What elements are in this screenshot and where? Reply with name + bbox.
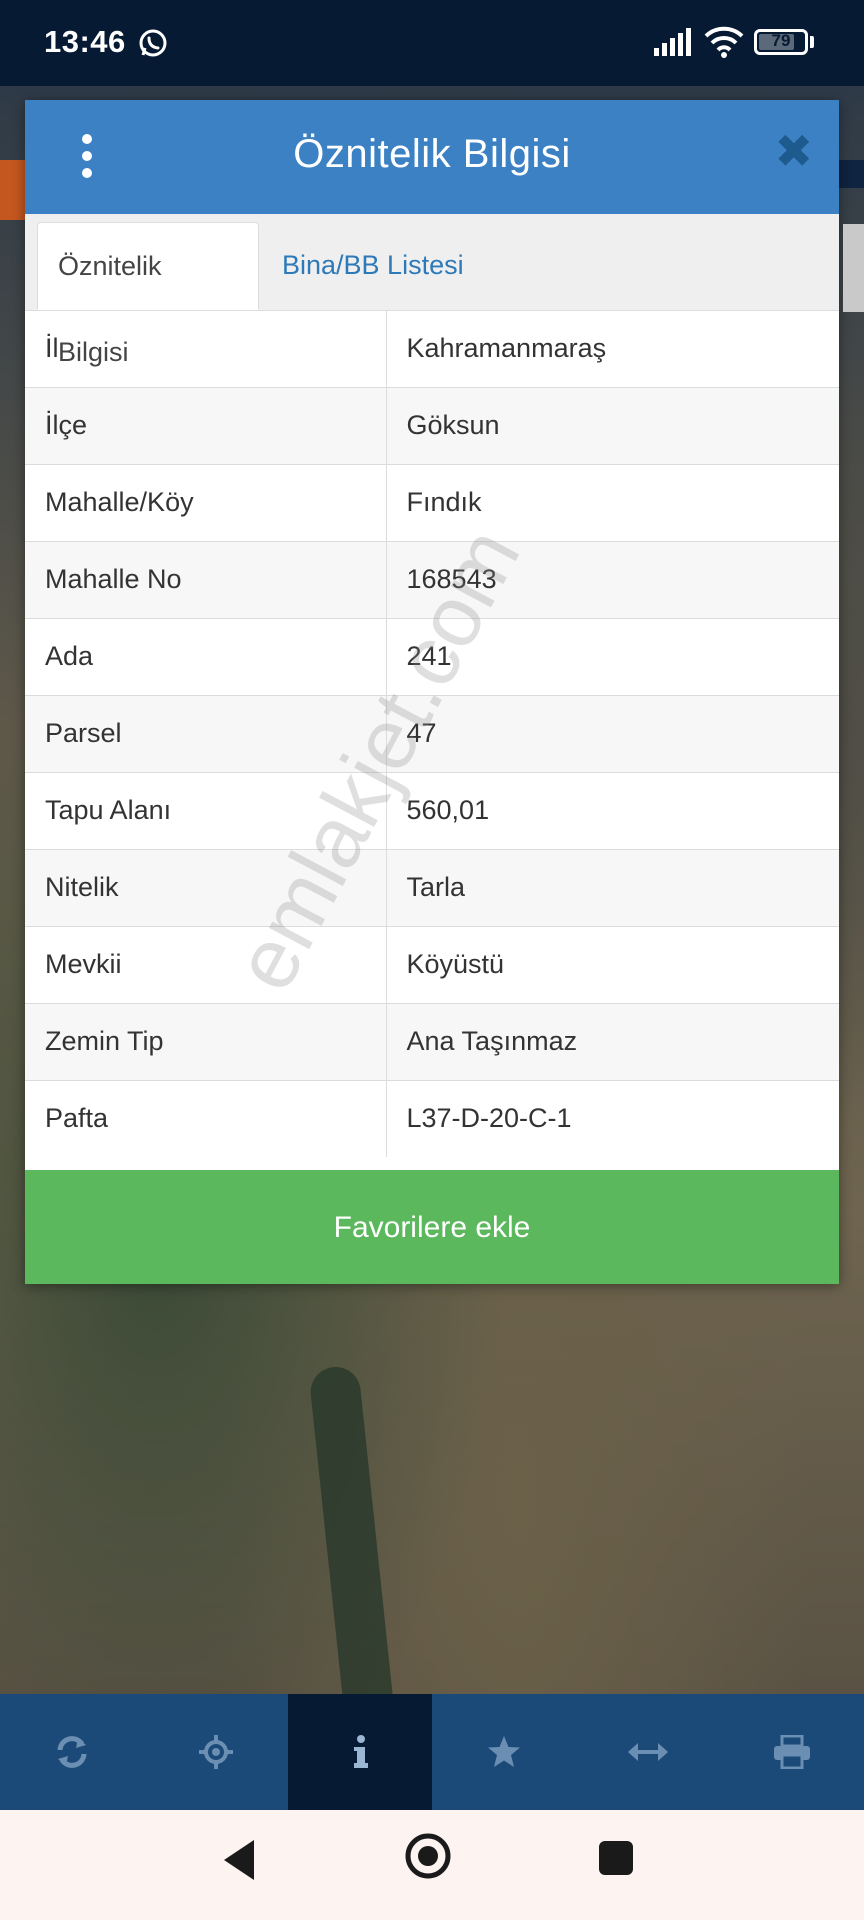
map-toolbar <box>0 1694 864 1810</box>
modal-title: Öznitelik Bilgisi <box>293 132 571 176</box>
attribute-value: Ana Taşınmaz <box>386 1002 839 1080</box>
table-row: Mahalle/Köy Fındık <box>25 463 839 541</box>
attribute-key: Pafta <box>25 1079 387 1157</box>
attribute-value: L37-D-20-C-1 <box>386 1079 839 1157</box>
measure-icon <box>628 1743 668 1761</box>
attribute-info-modal: Öznitelik Bilgisi ✖ Öznitelik Bilgisi Bi… <box>25 100 839 1284</box>
table-row: İlçe Göksun <box>25 386 839 464</box>
tab-building-list[interactable]: Bina/BB Listesi <box>262 222 484 310</box>
table-row: Tapu Alanı 560,01 <box>25 771 839 849</box>
attribute-key: Mahalle/Köy <box>25 463 387 541</box>
table-row: Mevkii Köyüstü <box>25 925 839 1003</box>
recents-icon[interactable] <box>598 1840 634 1876</box>
print-button[interactable] <box>720 1694 864 1810</box>
attribute-value: Tarla <box>386 848 839 926</box>
info-button[interactable] <box>288 1694 432 1810</box>
attribute-value: Göksun <box>386 386 839 464</box>
battery-text: 79 <box>771 31 791 50</box>
tab-bar: Öznitelik Bilgisi Bina/BB Listesi <box>25 214 839 367</box>
locate-button[interactable] <box>144 1694 288 1810</box>
favorites-button[interactable] <box>432 1694 576 1810</box>
attribute-key: İlçe <box>25 386 387 464</box>
info-icon <box>354 1735 368 1768</box>
measure-button[interactable] <box>576 1694 720 1810</box>
refresh-icon <box>57 1736 87 1768</box>
attribute-value: Köyüstü <box>386 925 839 1003</box>
back-icon[interactable] <box>222 1838 256 1882</box>
attribute-value: 47 <box>386 694 839 772</box>
attribute-key: Ada <box>25 617 387 695</box>
attribute-key: Nitelik <box>25 848 387 926</box>
attribute-value: 560,01 <box>386 771 839 849</box>
battery-icon: 79 <box>754 29 808 55</box>
attribute-key: Parsel <box>25 694 387 772</box>
whatsapp-icon <box>139 29 167 57</box>
attribute-key: İl <box>25 310 387 387</box>
wifi-icon <box>704 26 744 58</box>
modal-header: Öznitelik Bilgisi ✖ <box>25 100 839 214</box>
table-row: Ada 241 <box>25 617 839 695</box>
tab-attribute-info[interactable]: Öznitelik Bilgisi <box>37 222 259 367</box>
attribute-value: 168543 <box>386 540 839 618</box>
attribute-table: İl Kahramanmaraş İlçe Göksun Mahalle/Köy Fınd… <box>25 310 839 1157</box>
table-row: Parsel 47 <box>25 694 839 772</box>
home-icon[interactable] <box>404 1832 452 1880</box>
attribute-key: Mahalle No <box>25 540 387 618</box>
table-row: İl Kahramanmaraş <box>25 310 839 387</box>
battery-nub <box>810 36 814 48</box>
table-row: Pafta L37-D-20-C-1 <box>25 1079 839 1157</box>
status-time: 13:46 <box>44 24 126 59</box>
locate-icon <box>199 1735 233 1769</box>
attribute-key: Zemin Tip <box>25 1002 387 1080</box>
print-icon <box>774 1735 810 1769</box>
add-to-favorites-button[interactable]: Favorilere ekle <box>25 1170 839 1284</box>
attribute-key: Tapu Alanı <box>25 771 387 849</box>
system-nav-bar <box>0 1810 864 1920</box>
attribute-value: 241 <box>386 617 839 695</box>
signal-icon <box>654 28 691 56</box>
attribute-value: Kahramanmaraş <box>406 332 607 363</box>
table-row: Mahalle No 168543 <box>25 540 839 618</box>
refresh-button[interactable] <box>0 1694 144 1810</box>
star-icon <box>488 1736 520 1767</box>
attribute-key: Mevkii <box>25 925 387 1003</box>
table-row: Zemin Tip Ana Taşınmaz <box>25 1002 839 1080</box>
status-bar: 13:46 79 <box>0 0 864 86</box>
close-icon[interactable]: ✖ <box>774 128 813 174</box>
table-row: Nitelik Tarla <box>25 848 839 926</box>
scrollbar-thumb[interactable] <box>843 224 864 312</box>
attribute-value: Fındık <box>386 463 839 541</box>
